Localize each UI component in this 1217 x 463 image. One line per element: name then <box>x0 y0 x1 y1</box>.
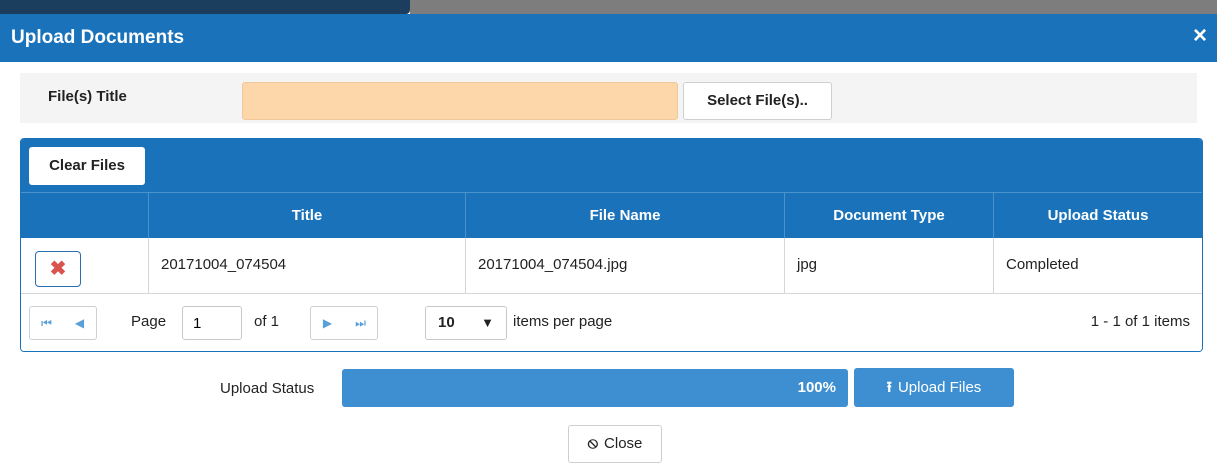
page-size-value: 10 <box>438 314 455 331</box>
upload-icon: ⭱ <box>886 379 892 396</box>
prev-page-icon[interactable]: ◀ <box>63 307 96 339</box>
cell-document-type: jpg <box>784 238 993 293</box>
cell-title: 20171004_074504 <box>148 238 465 293</box>
close-icon[interactable]: × <box>1193 24 1207 48</box>
page-label: Page <box>131 313 167 330</box>
page-number-input[interactable] <box>182 306 242 340</box>
grid-pager: ⏮ ◀ Page of 1 ▶ ⏭ 10 ▼ items per page 1 … <box>21 294 1202 351</box>
upload-progress-fill <box>342 369 848 407</box>
file-title-row: File(s) Title Select File(s).. <box>20 73 1197 123</box>
last-page-icon[interactable]: ⏭ <box>344 307 377 339</box>
pager-back-group: ⏮ ◀ <box>29 306 97 340</box>
next-page-icon[interactable]: ▶ <box>311 307 344 339</box>
file-title-label: File(s) Title <box>48 88 127 105</box>
page-of-label: of 1 <box>254 313 280 330</box>
dialog-titlebar: Upload Documents × <box>0 14 1217 62</box>
upload-progress-percent: 100% <box>797 379 836 396</box>
grid-toolbar: Clear Files <box>21 139 1202 192</box>
row-actions-cell: ✖ <box>21 238 148 293</box>
chevron-down-icon: ▼ <box>481 315 494 330</box>
dialog-title: Upload Documents <box>11 27 185 48</box>
files-grid: Clear Files Title File Name Document Typ… <box>20 138 1203 352</box>
file-title-input[interactable] <box>242 82 678 120</box>
ban-icon: ⦸ <box>587 435 599 452</box>
column-header-upload-status[interactable]: Upload Status <box>993 193 1202 238</box>
pager-range-text: 1 - 1 of 1 items <box>1090 313 1190 330</box>
delete-x-icon: ✖ <box>49 258 67 280</box>
top-strip-dark-segment <box>0 0 410 14</box>
cell-upload-status: Completed <box>993 238 1202 293</box>
window-top-strip <box>0 0 1217 14</box>
select-files-button[interactable]: Select File(s).. <box>683 82 832 120</box>
close-button[interactable]: ⦸ Close <box>568 425 662 463</box>
table-row: ✖ 20171004_074504 20171004_074504.jpg jp… <box>21 238 1202 294</box>
top-strip-gray-segment <box>410 0 1217 14</box>
clear-files-button[interactable]: Clear Files <box>29 147 145 185</box>
grid-header: Title File Name Document Type Upload Sta… <box>21 192 1202 238</box>
delete-file-button[interactable]: ✖ <box>35 251 81 287</box>
upload-status-label: Upload Status <box>220 380 315 397</box>
first-page-icon[interactable]: ⏮ <box>30 307 63 339</box>
column-header-actions <box>21 193 148 238</box>
page-size-select[interactable]: 10 ▼ <box>425 306 507 340</box>
column-header-title[interactable]: Title <box>148 193 465 238</box>
pager-forward-group: ▶ ⏭ <box>310 306 378 340</box>
cell-file-name: 20171004_074504.jpg <box>465 238 784 293</box>
close-label: Close <box>604 435 643 452</box>
upload-files-button[interactable]: ⭱ Upload Files <box>854 368 1014 407</box>
items-per-page-label: items per page <box>513 313 613 330</box>
column-header-file-name[interactable]: File Name <box>465 193 784 238</box>
upload-files-label: Upload Files <box>897 379 982 396</box>
upload-progress-bar: 100% <box>342 369 848 407</box>
column-header-document-type[interactable]: Document Type <box>784 193 993 238</box>
